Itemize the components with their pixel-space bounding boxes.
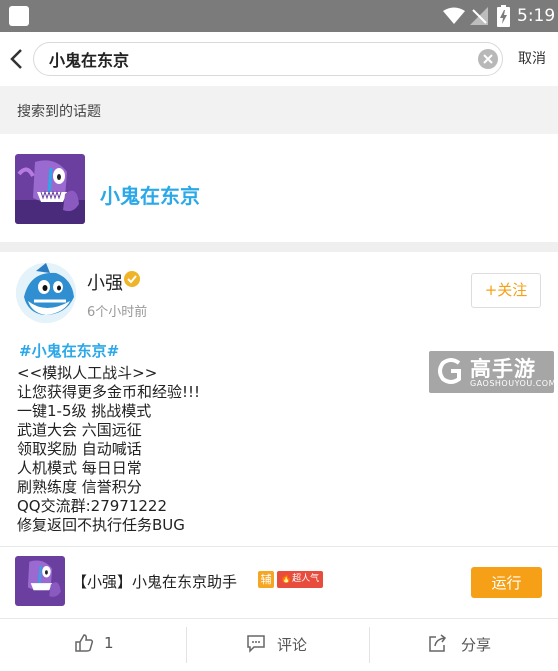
status-time: 5:19 [517, 6, 556, 26]
thumbs-up-icon [75, 634, 94, 652]
post-line: 修复返回不执行任务BUG [17, 516, 185, 534]
search-box [33, 42, 503, 76]
search-input[interactable] [49, 48, 459, 70]
app-notification-icon [9, 6, 29, 26]
search-bar: 取消 [0, 32, 558, 86]
post-time: 6个小时前 [87, 305, 148, 320]
cancel-button[interactable]: 取消 [518, 50, 546, 68]
status-bar: 5:19 [0, 0, 558, 32]
share-icon [429, 634, 447, 652]
post-line: 让您获得更多金币和经验!!! [17, 383, 201, 401]
post-line: 人机模式 每日日常 [17, 459, 142, 477]
post-line: 领取奖励 自动喊话 [17, 440, 142, 458]
watermark-subtitle: GAOSHOUYOU.COM [470, 379, 557, 388]
post-username[interactable]: 小强 [87, 269, 123, 295]
watermark: 高手游 GAOSHOUYOU.COM [429, 351, 557, 393]
app-name[interactable]: 【小强】小鬼在东京助手 [72, 571, 237, 592]
comment-button[interactable]: 评论 [187, 619, 369, 671]
verified-badge-icon [124, 271, 140, 287]
signal-icon [470, 7, 488, 25]
avatar[interactable] [16, 263, 76, 323]
app-row: 【小强】小鬼在东京助手 辅 🔥超人气 运行 [0, 546, 558, 618]
topic-thumbnail [15, 154, 85, 224]
section-title: 搜索到的话题 [17, 104, 101, 120]
wifi-icon [443, 7, 465, 24]
popular-badge: 🔥超人气 [277, 571, 323, 588]
share-button[interactable]: 分享 [370, 619, 558, 671]
share-label: 分享 [461, 636, 492, 654]
like-count: 1 [104, 634, 114, 652]
post-line: 武道大会 六国远征 [17, 421, 142, 439]
run-button[interactable]: 运行 [471, 567, 542, 598]
back-arrow-icon[interactable] [8, 48, 26, 70]
assist-badge: 辅 [258, 571, 274, 588]
post-body: <<模拟人工战斗>> 让您获得更多金币和经验!!! 一键1-5级 挑战模式 武道… [17, 364, 200, 535]
like-button[interactable]: 1 [0, 619, 186, 671]
follow-button[interactable]: +关注 [471, 273, 541, 308]
section-header: 搜索到的话题 [0, 86, 558, 134]
watermark-logo-icon [438, 358, 461, 384]
topic-result[interactable]: 小鬼在东京 [0, 134, 558, 242]
post-actions: 1 评论 分享 [0, 618, 558, 671]
comment-label: 评论 [277, 636, 308, 654]
divider-gap [0, 242, 558, 252]
post-line: 一键1-5级 挑战模式 [17, 402, 152, 420]
battery-icon [497, 5, 510, 27]
screen: 5:19 取消 搜索到的话题 [0, 0, 558, 671]
clear-search-icon[interactable] [478, 49, 498, 69]
post-topic-tag[interactable]: #小鬼在东京# [19, 340, 119, 361]
app-thumbnail[interactable] [15, 556, 65, 606]
post-line: <<模拟人工战斗>> [17, 364, 158, 382]
comment-icon [247, 635, 265, 653]
topic-name[interactable]: 小鬼在东京 [100, 180, 200, 209]
post-line: QQ交流群:27971222 [17, 497, 168, 515]
post-card: 小强 6个小时前 +关注 #小鬼在东京# <<模拟人工战斗>> 让您获得更多金币… [0, 252, 558, 546]
post-line: 刷熟练度 信誉积分 [17, 478, 142, 496]
